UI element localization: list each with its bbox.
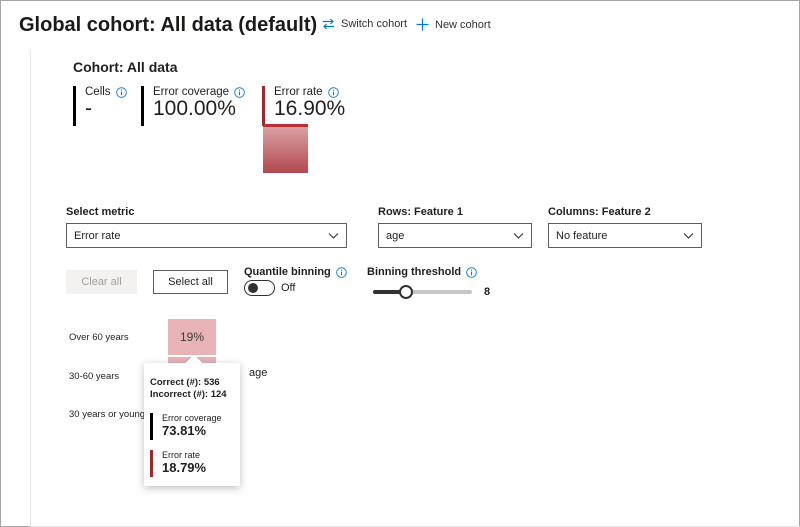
- tooltip-correct: Correct (#): 536: [150, 377, 220, 388]
- heatmap-axis-label: age: [249, 367, 268, 379]
- quantile-binning-toggle[interactable]: [244, 280, 275, 296]
- columns-feature-dropdown[interactable]: No feature: [548, 223, 702, 248]
- new-cohort-button[interactable]: New cohort: [416, 18, 491, 31]
- row-label-30-or-younger: 30 years or younger: [69, 409, 154, 420]
- info-icon[interactable]: [327, 86, 339, 98]
- cohort-title: Cohort: All data: [73, 59, 178, 75]
- chevron-down-icon: [328, 231, 339, 243]
- error-rate-bar: [263, 124, 308, 173]
- chevron-down-icon: [513, 231, 524, 243]
- slider-thumb[interactable]: [399, 285, 413, 299]
- binning-threshold-label-row: Binning threshold: [367, 266, 477, 278]
- tooltip-error-rate: Error rate 18.79%: [150, 450, 206, 477]
- row-label-30-60: 30-60 years: [69, 371, 120, 382]
- chevron-down-icon: [683, 231, 694, 243]
- info-icon[interactable]: [336, 266, 347, 278]
- content-divider-left: [30, 50, 31, 526]
- error-coverage-value: 100.00%: [153, 97, 236, 120]
- select-all-button[interactable]: Select all: [153, 270, 228, 294]
- info-icon[interactable]: [115, 86, 127, 98]
- tooltip-error-rate-value: 18.79%: [162, 460, 207, 475]
- plus-icon: [416, 18, 429, 31]
- tooltip-error-coverage-label: Error coverage: [162, 413, 222, 423]
- toggle-knob: [248, 283, 258, 293]
- rows-feature-value: age: [386, 229, 405, 242]
- quantile-binning-label: Quantile binning: [244, 266, 331, 278]
- info-icon[interactable]: [234, 86, 245, 98]
- rows-feature-dropdown[interactable]: age: [378, 223, 532, 248]
- quantile-binning-label-row: Quantile binning: [244, 266, 347, 278]
- switch-cohort-label: Switch cohort: [341, 18, 408, 30]
- page-title: Global cohort: All data (default): [19, 14, 318, 36]
- row-label-over-60: Over 60 years: [69, 332, 129, 343]
- cells-metric: Cells -: [73, 86, 127, 126]
- binning-threshold-label: Binning threshold: [367, 266, 462, 278]
- error-rate-value: 16.90%: [274, 97, 346, 120]
- tooltip-incorrect: Incorrect (#): 124: [150, 389, 227, 400]
- columns-feature-value: No feature: [556, 229, 608, 242]
- app-frame: [0, 0, 800, 527]
- heatmap-cell-over-60[interactable]: 19%: [168, 319, 216, 355]
- info-icon[interactable]: [466, 266, 477, 278]
- tooltip-error-coverage-value: 73.81%: [162, 423, 207, 438]
- select-metric-label: Select metric: [66, 206, 135, 218]
- error-coverage-metric: Error coverage 100.00%: [141, 86, 245, 126]
- cell-tooltip: Correct (#): 536 Incorrect (#): 124 Erro…: [144, 354, 240, 486]
- select-metric-dropdown[interactable]: Error rate: [66, 223, 347, 248]
- switch-cohort-button[interactable]: Switch cohort: [322, 18, 407, 30]
- rows-feature-label: Rows: Feature 1: [378, 206, 463, 218]
- columns-feature-label: Columns: Feature 2: [548, 206, 651, 218]
- tooltip-error-rate-label: Error rate: [162, 450, 201, 460]
- binning-threshold-value: 8: [484, 286, 491, 298]
- quantile-binning-state: Off: [281, 282, 296, 294]
- cells-value: -: [85, 97, 92, 120]
- clear-all-button[interactable]: Clear all: [66, 270, 137, 294]
- switch-arrows-icon: [322, 18, 335, 30]
- tooltip-error-coverage: Error coverage 73.81%: [150, 413, 222, 440]
- binning-threshold-slider[interactable]: [373, 285, 472, 299]
- error-rate-metric: Error rate 16.90%: [262, 86, 345, 126]
- select-metric-value: Error rate: [74, 229, 121, 242]
- new-cohort-label: New cohort: [435, 18, 491, 31]
